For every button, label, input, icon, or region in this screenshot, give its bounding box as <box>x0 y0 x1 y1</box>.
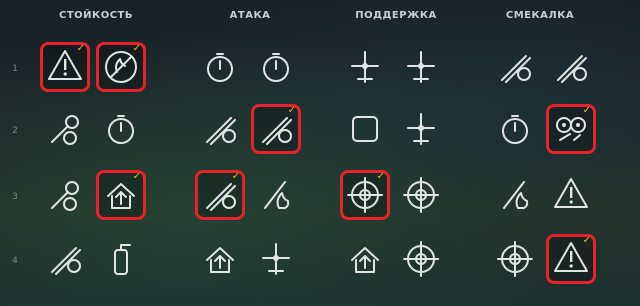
selected-check-icon: ✓ <box>287 105 296 116</box>
plane-house-icon <box>407 51 435 83</box>
skill-torpedo-warning[interactable] <box>546 170 596 220</box>
planes-crosshair-icon <box>351 51 379 83</box>
crosshair-plus-icon <box>403 177 439 213</box>
column-header-versatility: СМЕКАЛКА <box>505 10 575 21</box>
skill-torpedo-gauge[interactable] <box>490 104 540 154</box>
torpedoes-fire-icon <box>503 181 529 209</box>
skill-wrench-arrow-up[interactable] <box>40 170 90 220</box>
selected-check-icon: ✓ <box>582 235 591 246</box>
torpedo-warning-icon <box>554 178 588 208</box>
skill-radar-circle[interactable] <box>490 234 540 284</box>
skill-extinguisher[interactable] <box>96 234 146 284</box>
skill-ship-armor[interactable] <box>340 104 390 154</box>
planes-cross-icon <box>262 243 290 275</box>
wrench-arrow-up-icon <box>51 181 79 211</box>
skill-no-fire-circle[interactable]: ✓ <box>96 42 146 92</box>
skill-gear-wrench[interactable]: ✓ <box>546 104 596 154</box>
skill-plane-house[interactable] <box>396 42 446 92</box>
torpedo-cone-icon <box>501 55 531 83</box>
column-header-attack: АТАКА <box>229 10 271 21</box>
skill-planes-cross[interactable] <box>251 234 301 284</box>
bomb-fire-icon <box>264 181 290 209</box>
tier-label: 3 <box>12 192 18 202</box>
rockets-arrow-icon <box>206 247 234 273</box>
skill-planes-crosshair[interactable] <box>340 42 390 92</box>
skill-ship-house-arrow[interactable]: ✓ <box>96 170 146 220</box>
skill-wrench-gauge[interactable] <box>40 104 90 154</box>
selected-check-icon: ✓ <box>132 171 141 182</box>
skill-warning-triangle-crosshair[interactable]: ✓ <box>40 42 90 92</box>
plane-crosshair-icon <box>407 113 435 145</box>
radar-circle-icon <box>497 241 533 277</box>
shells-hand-icon <box>51 247 81 275</box>
skill-stopwatch[interactable] <box>96 104 146 154</box>
torpedo-gauge-icon <box>502 115 528 144</box>
ship-armor-icon <box>352 116 378 142</box>
selected-check-icon: ✓ <box>132 43 141 54</box>
skill-shells-hand[interactable] <box>40 234 90 284</box>
column-header-support: ПОДДЕРЖКА <box>355 10 437 21</box>
skill-warning-arrow-down[interactable]: ✓ <box>546 234 596 284</box>
extinguisher-icon <box>114 244 131 275</box>
skill-radar-crosshair[interactable] <box>396 234 446 284</box>
shell-hand-icon <box>206 117 236 145</box>
skill-rockets-arrow[interactable] <box>195 234 245 284</box>
skill-crosshair-plus[interactable] <box>396 170 446 220</box>
skill-plane-gauge[interactable] <box>251 42 301 92</box>
skill-torpedo-cone[interactable] <box>490 42 540 92</box>
mine-plus-icon <box>557 55 587 83</box>
wrench-gauge-icon <box>51 115 79 145</box>
skill-gun-barrel[interactable]: ✓ <box>251 104 301 154</box>
skill-torpedo-gauge[interactable] <box>195 42 245 92</box>
skill-bomb-fire[interactable] <box>251 170 301 220</box>
selected-check-icon: ✓ <box>76 43 85 54</box>
skill-torpedo-speed[interactable]: ✓ <box>195 170 245 220</box>
column-header-survivability: СТОЙКОСТЬ <box>59 10 133 21</box>
stopwatch-icon <box>108 115 134 144</box>
skill-mine-plus[interactable] <box>546 42 596 92</box>
selected-check-icon: ✓ <box>376 171 385 182</box>
skill-gun-arrows[interactable] <box>340 234 390 284</box>
plane-gauge-icon <box>263 53 289 82</box>
skill-shell-hand[interactable] <box>195 104 245 154</box>
gun-arrows-icon <box>351 247 379 273</box>
selected-check-icon: ✓ <box>582 105 591 116</box>
tier-label: 1 <box>12 64 18 74</box>
radar-crosshair-icon <box>403 241 439 277</box>
skill-torpedoes-fire[interactable] <box>490 170 540 220</box>
tier-label: 4 <box>12 256 18 266</box>
skill-crosshairs-arrow-up[interactable]: ✓ <box>340 170 390 220</box>
selected-check-icon: ✓ <box>231 171 240 182</box>
torpedo-gauge-icon <box>207 53 233 82</box>
skill-plane-crosshair[interactable] <box>396 104 446 154</box>
tier-label: 2 <box>12 126 18 136</box>
